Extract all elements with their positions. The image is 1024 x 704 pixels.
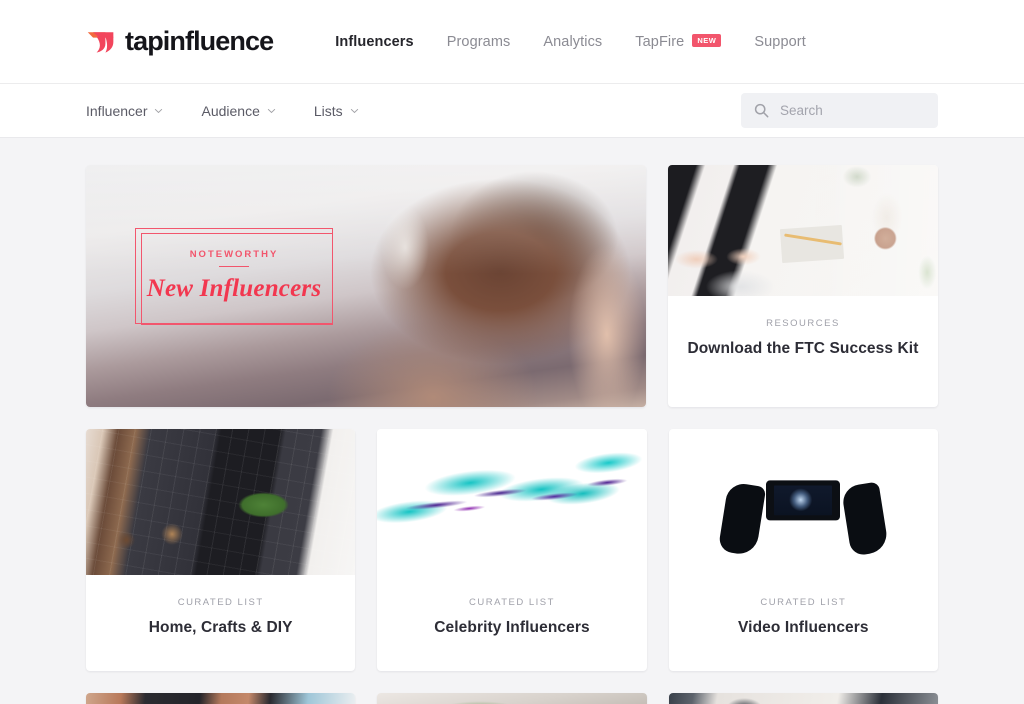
card-partial-2[interactable] (377, 693, 647, 704)
nav-label: Influencers (335, 33, 414, 50)
card-ftc-success-kit[interactable]: RESOURCES Download the FTC Success Kit (667, 165, 938, 407)
chevron-down-icon (350, 108, 358, 113)
card-title: Video Influencers (738, 619, 869, 636)
card-title: Download the FTC Success Kit (687, 340, 919, 357)
main-navigation: Influencers Programs Analytics TapFire N… (335, 34, 806, 50)
subnav-label: Audience (201, 102, 260, 119)
card-video-influencers[interactable]: CURATED LIST Video Influencers (668, 429, 938, 671)
nav-label: Support (754, 33, 806, 50)
video-hand-right (840, 481, 890, 558)
nav-item-support[interactable]: Support (754, 34, 806, 50)
video-phone-screen (774, 485, 833, 516)
subnav-items: Influencer Audience Lists (86, 103, 359, 119)
card-kicker: CURATED LIST (760, 597, 847, 608)
partial-photo-3 (668, 693, 938, 704)
video-body: CURATED LIST Video Influencers (669, 575, 938, 663)
card-home-crafts-diy[interactable]: CURATED LIST Home, Crafts & DIY (86, 429, 356, 671)
nav-item-influencers[interactable]: Influencers (335, 34, 413, 50)
crafts-photo (86, 429, 356, 575)
ftc-body: RESOURCES Download the FTC Success Kit (668, 296, 938, 384)
nav-label: Programs (446, 33, 511, 50)
video-photo (669, 429, 938, 575)
nav-item-analytics[interactable]: Analytics (543, 34, 602, 50)
hero-media: NOTEWORTHY New Influencers (86, 165, 646, 407)
celebrity-photo (377, 429, 647, 575)
nav-label: TapFire (635, 33, 685, 50)
nav-label: Analytics (543, 33, 603, 50)
partial-photo-2 (377, 693, 647, 704)
hero-copy: NOTEWORTHY New Influencers (135, 228, 333, 324)
card-kicker: CURATED LIST (177, 597, 264, 608)
video-phone (766, 480, 841, 521)
brand-logo[interactable]: tapinfluence (86, 26, 274, 56)
brand-name: tapinfluence (125, 26, 274, 56)
partial-photo-1 (86, 693, 356, 704)
hero-kicker: NOTEWORTHY (189, 248, 279, 260)
card-row-1: NOTEWORTHY New Influencers RESOURCES Dow… (86, 165, 938, 407)
crafts-media (86, 429, 356, 575)
card-kicker: CURATED LIST (469, 597, 555, 608)
card-partial-3[interactable] (668, 693, 938, 704)
top-header: tapinfluence Influencers Programs Analyt… (0, 0, 1024, 84)
content-grid: NOTEWORTHY New Influencers RESOURCES Dow… (0, 138, 1024, 704)
chevron-down-icon (155, 108, 163, 113)
card-title: Celebrity Influencers (434, 619, 590, 636)
video-media (669, 429, 938, 575)
card-kicker: RESOURCES (766, 318, 840, 329)
search-box[interactable] (741, 93, 938, 128)
card-row-3-partial (86, 693, 938, 704)
celebrity-body: CURATED LIST Celebrity Influencers (377, 575, 646, 663)
ftc-media (667, 165, 938, 296)
celebrity-media (377, 429, 647, 575)
chevron-down-icon (267, 108, 276, 113)
card-row-2: CURATED LIST Home, Crafts & DIY CURATED … (86, 429, 938, 671)
search-input[interactable] (780, 103, 925, 118)
subnav-item-lists[interactable]: Lists (314, 103, 359, 119)
secondary-navigation: Influencer Audience Lists (0, 84, 1024, 138)
subnav-label: Lists (313, 102, 343, 119)
search-icon (754, 103, 769, 118)
subnav-item-influencer[interactable]: Influencer (86, 103, 163, 119)
subnav-label: Influencer (86, 102, 148, 119)
subnav-item-audience[interactable]: Audience (201, 102, 276, 119)
video-hand-left (717, 481, 766, 558)
nav-item-programs[interactable]: Programs (447, 34, 511, 50)
card-celebrity-influencers[interactable]: CURATED LIST Celebrity Influencers (377, 429, 647, 671)
card-title: Home, Crafts & DIY (148, 619, 293, 636)
card-partial-1[interactable] (86, 693, 356, 704)
crafts-body: CURATED LIST Home, Crafts & DIY (86, 575, 355, 663)
new-badge: NEW (692, 34, 722, 47)
tapinfluence-mark-icon (87, 31, 114, 53)
hero-title: New Influencers (146, 275, 322, 303)
card-new-influencers[interactable]: NOTEWORTHY New Influencers (86, 165, 646, 407)
hero-divider (219, 265, 249, 268)
nav-item-tapfire[interactable]: TapFire NEW (635, 33, 722, 50)
